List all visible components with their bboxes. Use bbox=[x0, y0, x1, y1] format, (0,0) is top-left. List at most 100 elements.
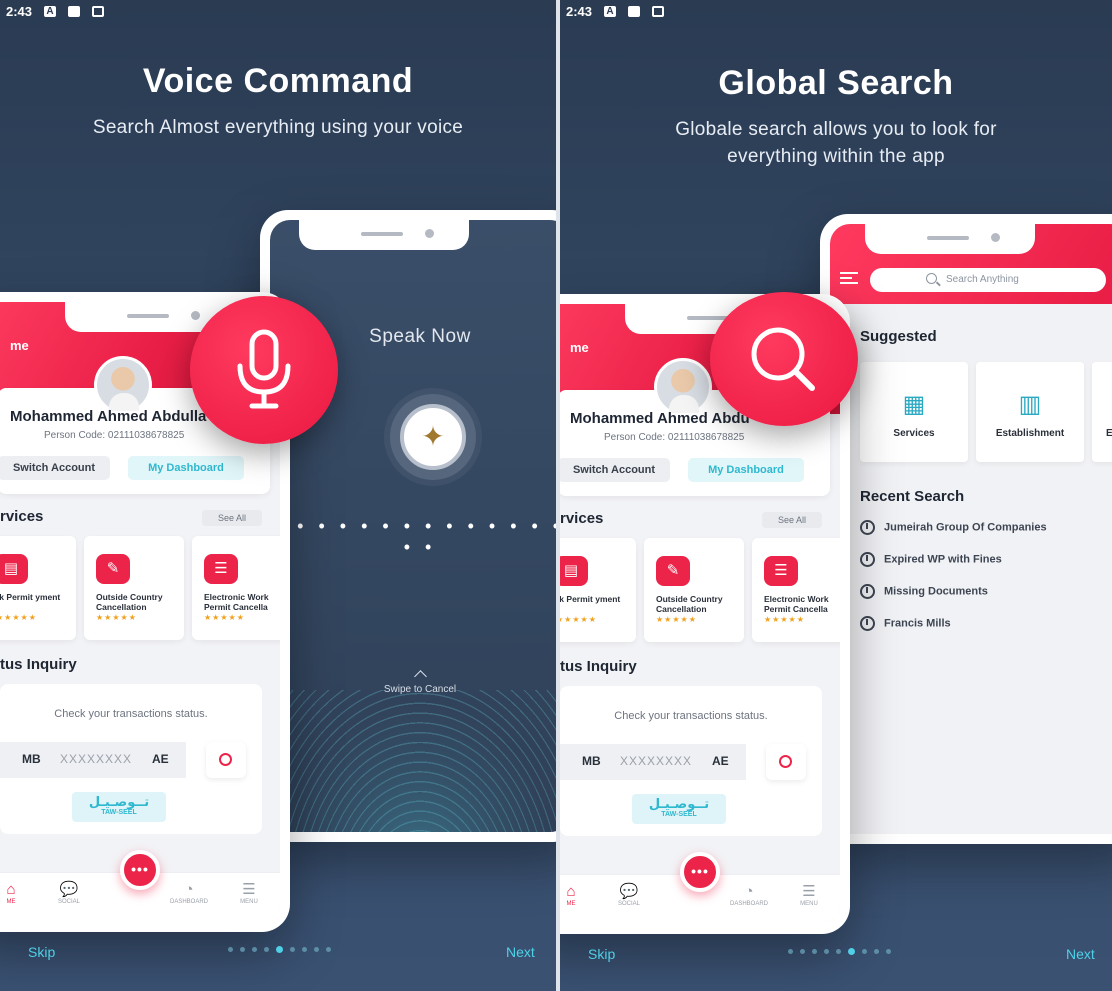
chat-icon: 💬 bbox=[619, 883, 639, 900]
page-indicator bbox=[788, 948, 891, 955]
avatar[interactable] bbox=[94, 356, 152, 414]
transaction-input[interactable]: MB XXXXXXXX AE bbox=[0, 742, 186, 778]
tab-dashboard[interactable]: ◔ DASHBOARD bbox=[164, 881, 214, 905]
avatar[interactable] bbox=[654, 358, 712, 416]
search-placeholder: Search Anything bbox=[946, 274, 1019, 285]
status-bar: 2:43 A bbox=[566, 4, 665, 19]
switch-account-button[interactable]: Switch Account bbox=[0, 456, 110, 480]
user-name: Mohammed Ahmed Abdulla bbox=[10, 408, 207, 425]
onboarding-global-search: 2:43 A Global Search Globale search allo… bbox=[560, 0, 1112, 991]
my-dashboard-button[interactable]: My Dashboard bbox=[128, 456, 244, 480]
search-badge bbox=[710, 292, 858, 426]
page-dot bbox=[800, 949, 805, 954]
service-card[interactable]: ▤ rk Permit yment ★★★★★ bbox=[0, 536, 76, 640]
tawseel-logo: تــوصـيـل TAW-SEEL bbox=[72, 792, 166, 822]
service-title: Outside Country Cancellation bbox=[96, 592, 163, 612]
service-card[interactable]: ▤ rk Permit yment ★★★★★ bbox=[560, 538, 636, 642]
hamburger-menu-icon[interactable] bbox=[840, 272, 858, 284]
transaction-placeholder: XXXXXXXX bbox=[620, 754, 693, 768]
status-inquiry-heading: tus Inquiry bbox=[560, 658, 637, 675]
microphone-badge bbox=[190, 296, 338, 444]
suggested-item[interactable]: ▥ E bbox=[1092, 362, 1112, 462]
folder-icon bbox=[68, 6, 81, 17]
service-title: rk Permit yment bbox=[560, 594, 621, 604]
a-icon: A bbox=[604, 6, 617, 17]
inquiry-search-button[interactable] bbox=[766, 744, 806, 780]
see-all-button[interactable]: See All bbox=[202, 510, 262, 526]
document-edit-icon: ✎ bbox=[656, 556, 690, 586]
next-button[interactable]: Next bbox=[506, 944, 535, 960]
pie-chart-icon: ◔ bbox=[744, 883, 754, 900]
inquiry-search-button[interactable] bbox=[206, 742, 246, 778]
service-card[interactable]: ☰ Electronic Work Permit Cancella ★★★★★ bbox=[752, 538, 840, 642]
page-dot bbox=[276, 946, 283, 953]
search-icon bbox=[779, 755, 792, 768]
search-icon bbox=[751, 327, 815, 391]
grid-icon: ▦ bbox=[902, 391, 926, 418]
tab-menu[interactable]: ☰ MENU bbox=[784, 883, 834, 907]
star-rating: ★★★★★ bbox=[560, 615, 597, 624]
switch-account-button[interactable]: Switch Account bbox=[560, 458, 670, 482]
next-button[interactable]: Next bbox=[1066, 946, 1095, 962]
page-dot bbox=[848, 948, 855, 955]
skip-button[interactable]: Skip bbox=[588, 946, 615, 962]
service-title: Electronic Work Permit Cancella bbox=[204, 592, 269, 612]
slide-subtitle-line1: Globale search allows you to look for bbox=[675, 119, 997, 140]
page-dot bbox=[788, 949, 793, 954]
page-dot bbox=[326, 947, 331, 952]
play-store-icon bbox=[652, 6, 665, 17]
tab-social[interactable]: 💬 SOCIAL bbox=[44, 881, 94, 905]
suggested-services[interactable]: ▦ Services bbox=[860, 362, 968, 462]
tab-me[interactable]: ⌂ ME bbox=[560, 883, 596, 907]
a-icon: A bbox=[44, 6, 57, 17]
see-all-button[interactable]: See All bbox=[762, 512, 822, 528]
transaction-input[interactable]: MB XXXXXXXX AE bbox=[560, 744, 746, 780]
status-inquiry-card: Check your transactions status. MB XXXXX… bbox=[560, 686, 822, 836]
recent-search-item[interactable]: Expired WP with Fines bbox=[860, 552, 1002, 567]
recent-search-item[interactable]: Francis Mills bbox=[860, 616, 951, 631]
my-dashboard-button[interactable]: My Dashboard bbox=[688, 458, 804, 482]
slide-title: Voice Command bbox=[142, 62, 414, 100]
transaction-placeholder: XXXXXXXX bbox=[60, 752, 133, 766]
search-icon bbox=[219, 753, 232, 766]
page-dot bbox=[302, 947, 307, 952]
global-search-input[interactable]: Search Anything bbox=[870, 268, 1106, 292]
service-title: Electronic Work Permit Cancella bbox=[764, 594, 829, 614]
star-rating: ★★★★★ bbox=[656, 615, 697, 624]
service-title: rk Permit yment bbox=[0, 592, 61, 602]
tab-social[interactable]: 💬 SOCIAL bbox=[604, 883, 654, 907]
more-fab-button[interactable]: ••• bbox=[120, 850, 160, 890]
star-rating: ★★★★★ bbox=[96, 613, 137, 622]
page-dot bbox=[874, 949, 879, 954]
service-title: Outside Country Cancellation bbox=[656, 594, 723, 614]
service-card[interactable]: ☰ Electronic Work Permit Cancella ★★★★★ bbox=[192, 536, 280, 640]
star-rating: ★★★★★ bbox=[764, 615, 805, 624]
onboarding-voice-command: 2:43 A Voice Command Search Almost every… bbox=[0, 0, 556, 991]
page-dot bbox=[836, 949, 841, 954]
play-store-icon bbox=[92, 6, 105, 17]
tab-dashboard[interactable]: ◔ DASHBOARD bbox=[724, 883, 774, 907]
document-icon: ▤ bbox=[0, 554, 28, 584]
page-dot bbox=[264, 947, 269, 952]
building-icon: ▥ bbox=[1018, 391, 1042, 418]
mb-prefix: MB bbox=[22, 752, 41, 766]
recent-search-item[interactable]: Missing Documents bbox=[860, 584, 988, 599]
skip-button[interactable]: Skip bbox=[28, 944, 55, 960]
listening-dots: • • • • • • • • • • • • • • • • bbox=[275, 516, 556, 557]
status-time: 2:43 bbox=[6, 4, 33, 19]
ae-suffix: AE bbox=[712, 754, 729, 768]
recent-search-item[interactable]: Jumeirah Group Of Companies bbox=[860, 520, 1047, 535]
page-dot bbox=[314, 947, 319, 952]
microphone-icon bbox=[237, 329, 291, 409]
mb-prefix: MB bbox=[582, 754, 601, 768]
slide-subtitle: Search Almost everything using your voic… bbox=[92, 117, 464, 138]
tab-me[interactable]: ⌂ ME bbox=[0, 881, 36, 905]
document-list-icon: ☰ bbox=[764, 556, 798, 586]
services-heading: rvices bbox=[0, 508, 44, 525]
more-fab-button[interactable]: ••• bbox=[680, 852, 720, 892]
suggested-establishment[interactable]: ▥ Establishment bbox=[976, 362, 1084, 462]
service-card[interactable]: ✎ Outside Country Cancellation ★★★★★ bbox=[84, 536, 184, 640]
service-card[interactable]: ✎ Outside Country Cancellation ★★★★★ bbox=[644, 538, 744, 642]
status-inquiry-card: Check your transactions status. MB XXXXX… bbox=[0, 684, 262, 834]
tab-menu[interactable]: ☰ MENU bbox=[224, 881, 274, 905]
